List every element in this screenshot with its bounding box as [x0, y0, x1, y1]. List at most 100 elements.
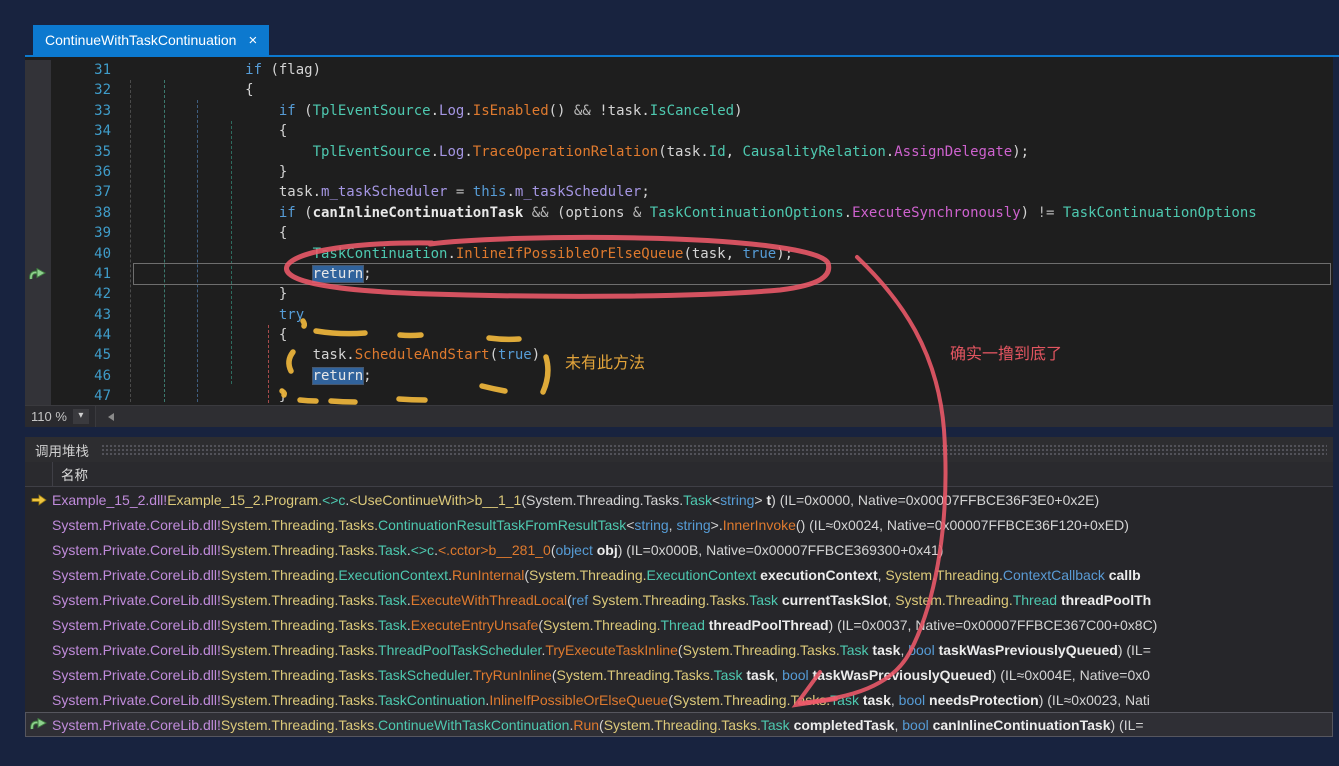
annotation-flow-note: 确实一撸到底了: [950, 340, 1062, 364]
line-number: 43: [51, 305, 125, 325]
code-lines: 31 if (flag)32 {33 if (TplEventSource.Lo…: [25, 60, 1333, 405]
code-text: if (TplEventSource.Log.IsEnabled() && !t…: [125, 101, 1333, 121]
code-text: task.ScheduleAndStart(true): [125, 345, 1333, 365]
call-stack-frame-3[interactable]: System.Private.CoreLib.dll!System.Thread…: [25, 537, 1333, 562]
call-stack-column-header[interactable]: 名称: [25, 462, 1333, 487]
code-line-44[interactable]: 44 {: [25, 325, 1333, 345]
code-line-31[interactable]: 31 if (flag): [25, 60, 1333, 80]
line-number: 44: [51, 325, 125, 345]
code-text: TaskContinuation.InlineIfPossibleOrElseQ…: [125, 244, 1333, 264]
frame-text: System.Private.CoreLib.dll!System.Thread…: [52, 692, 1333, 708]
code-text: {: [125, 121, 1333, 141]
line-number: 45: [51, 345, 125, 365]
code-line-42[interactable]: 42 }: [25, 284, 1333, 304]
glyph-margin[interactable]: [25, 162, 51, 182]
line-number: 46: [51, 366, 125, 386]
code-line-47[interactable]: 47 }: [25, 386, 1333, 405]
code-text: if (canInlineContinuationTask && (option…: [125, 203, 1333, 223]
line-number: 32: [51, 80, 125, 100]
glyph-margin-frame-arrow[interactable]: [25, 264, 51, 284]
line-number: 33: [51, 101, 125, 121]
glyph-margin[interactable]: [25, 121, 51, 141]
glyph-margin[interactable]: [25, 325, 51, 345]
code-line-35[interactable]: 35 TplEventSource.Log.TraceOperationRela…: [25, 142, 1333, 162]
code-line-40[interactable]: 40 TaskContinuation.InlineIfPossibleOrEl…: [25, 244, 1333, 264]
frame-text: System.Private.CoreLib.dll!System.Thread…: [52, 667, 1333, 683]
line-number: 39: [51, 223, 125, 243]
close-icon[interactable]: ×: [248, 33, 257, 48]
glyph-margin[interactable]: [25, 244, 51, 264]
line-number: 37: [51, 182, 125, 202]
code-line-32[interactable]: 32 {: [25, 80, 1333, 100]
titlebar-grip: [101, 444, 1327, 455]
code-line-36[interactable]: 36 }: [25, 162, 1333, 182]
call-stack-frame-8[interactable]: System.Private.CoreLib.dll!System.Thread…: [25, 662, 1333, 687]
horizontal-scrollbar[interactable]: [96, 406, 1333, 427]
code-line-33[interactable]: 33 if (TplEventSource.Log.IsEnabled() &&…: [25, 101, 1333, 121]
code-editor[interactable]: 31 if (flag)32 {33 if (TplEventSource.Lo…: [25, 57, 1333, 405]
call-stack-frame-9[interactable]: System.Private.CoreLib.dll!System.Thread…: [25, 687, 1333, 712]
glyph-margin[interactable]: [25, 203, 51, 223]
line-number: 47: [51, 386, 125, 405]
code-text: }: [125, 162, 1333, 182]
code-text: task.m_taskScheduler = this.m_taskSchedu…: [125, 182, 1333, 202]
name-column-header[interactable]: 名称: [53, 464, 88, 484]
stack-frame-gutter: [25, 718, 52, 731]
frame-text: System.Private.CoreLib.dll!System.Thread…: [52, 517, 1333, 533]
glyph-margin[interactable]: [25, 142, 51, 162]
code-text: {: [125, 223, 1333, 243]
call-stack-titlebar[interactable]: 调用堆栈: [25, 437, 1333, 462]
glyph-margin[interactable]: [25, 223, 51, 243]
call-stack-frame-4[interactable]: System.Private.CoreLib.dll!System.Thread…: [25, 562, 1333, 587]
glyph-margin[interactable]: [25, 345, 51, 365]
call-stack-frame-5[interactable]: System.Private.CoreLib.dll!System.Thread…: [25, 587, 1333, 612]
chevron-down-icon[interactable]: ▾: [73, 409, 89, 424]
line-number: 38: [51, 203, 125, 223]
frame-text: System.Private.CoreLib.dll!System.Thread…: [52, 567, 1333, 583]
scroll-left-icon[interactable]: [108, 413, 114, 421]
call-stack-frame-2[interactable]: System.Private.CoreLib.dll!System.Thread…: [25, 512, 1333, 537]
frame-text: System.Private.CoreLib.dll!System.Thread…: [52, 642, 1333, 658]
glyph-margin[interactable]: [25, 366, 51, 386]
call-stack-frame-6[interactable]: System.Private.CoreLib.dll!System.Thread…: [25, 612, 1333, 637]
call-stack-frame-1[interactable]: Example_15_2.dll!Example_15_2.Program.<>…: [25, 487, 1333, 512]
code-line-38[interactable]: 38 if (canInlineContinuationTask && (opt…: [25, 203, 1333, 223]
glyph-margin[interactable]: [25, 101, 51, 121]
glyph-margin[interactable]: [25, 305, 51, 325]
code-line-37[interactable]: 37 task.m_taskScheduler = this.m_taskSch…: [25, 182, 1333, 202]
code-text: try: [125, 305, 1333, 325]
frame-text: System.Private.CoreLib.dll!System.Thread…: [52, 717, 1333, 733]
glyph-margin[interactable]: [25, 60, 51, 80]
glyph-margin[interactable]: [25, 386, 51, 405]
editor-bottom-strip: 110 % ▾: [25, 405, 1333, 427]
tab-continuewithtaskcontinuation[interactable]: ContinueWithTaskContinuation ×: [33, 25, 269, 55]
code-text: if (flag): [125, 60, 1333, 80]
line-number: 41: [51, 264, 125, 284]
annotation-no-such-method: 未有此方法: [565, 349, 645, 373]
code-line-41[interactable]: 41 return;: [25, 264, 1333, 284]
code-text: }: [125, 386, 1333, 405]
code-line-34[interactable]: 34 {: [25, 121, 1333, 141]
code-line-45[interactable]: 45 task.ScheduleAndStart(true): [25, 345, 1333, 365]
code-line-46[interactable]: 46 return;: [25, 366, 1333, 386]
current-statement-gutter: [25, 494, 52, 506]
code-line-39[interactable]: 39 {: [25, 223, 1333, 243]
call-stack-frame-7[interactable]: System.Private.CoreLib.dll!System.Thread…: [25, 637, 1333, 662]
icon-column-header: [25, 462, 53, 486]
line-number: 35: [51, 142, 125, 162]
frame-text: System.Private.CoreLib.dll!System.Thread…: [52, 542, 1333, 558]
line-number: 36: [51, 162, 125, 182]
editor-zoom-control[interactable]: 110 % ▾: [25, 406, 96, 427]
code-line-43[interactable]: 43 try: [25, 305, 1333, 325]
frame-text: Example_15_2.dll!Example_15_2.Program.<>…: [52, 492, 1333, 508]
stack-frame-icon: [29, 268, 46, 281]
frame-text: System.Private.CoreLib.dll!System.Thread…: [52, 592, 1333, 608]
call-stack-rows: Example_15_2.dll!Example_15_2.Program.<>…: [25, 487, 1333, 737]
code-text: TplEventSource.Log.TraceOperationRelatio…: [125, 142, 1333, 162]
glyph-margin[interactable]: [25, 182, 51, 202]
glyph-margin[interactable]: [25, 80, 51, 100]
line-number: 34: [51, 121, 125, 141]
code-text: return;: [125, 366, 1333, 386]
glyph-margin[interactable]: [25, 284, 51, 304]
call-stack-frame-10[interactable]: System.Private.CoreLib.dll!System.Thread…: [25, 712, 1333, 737]
